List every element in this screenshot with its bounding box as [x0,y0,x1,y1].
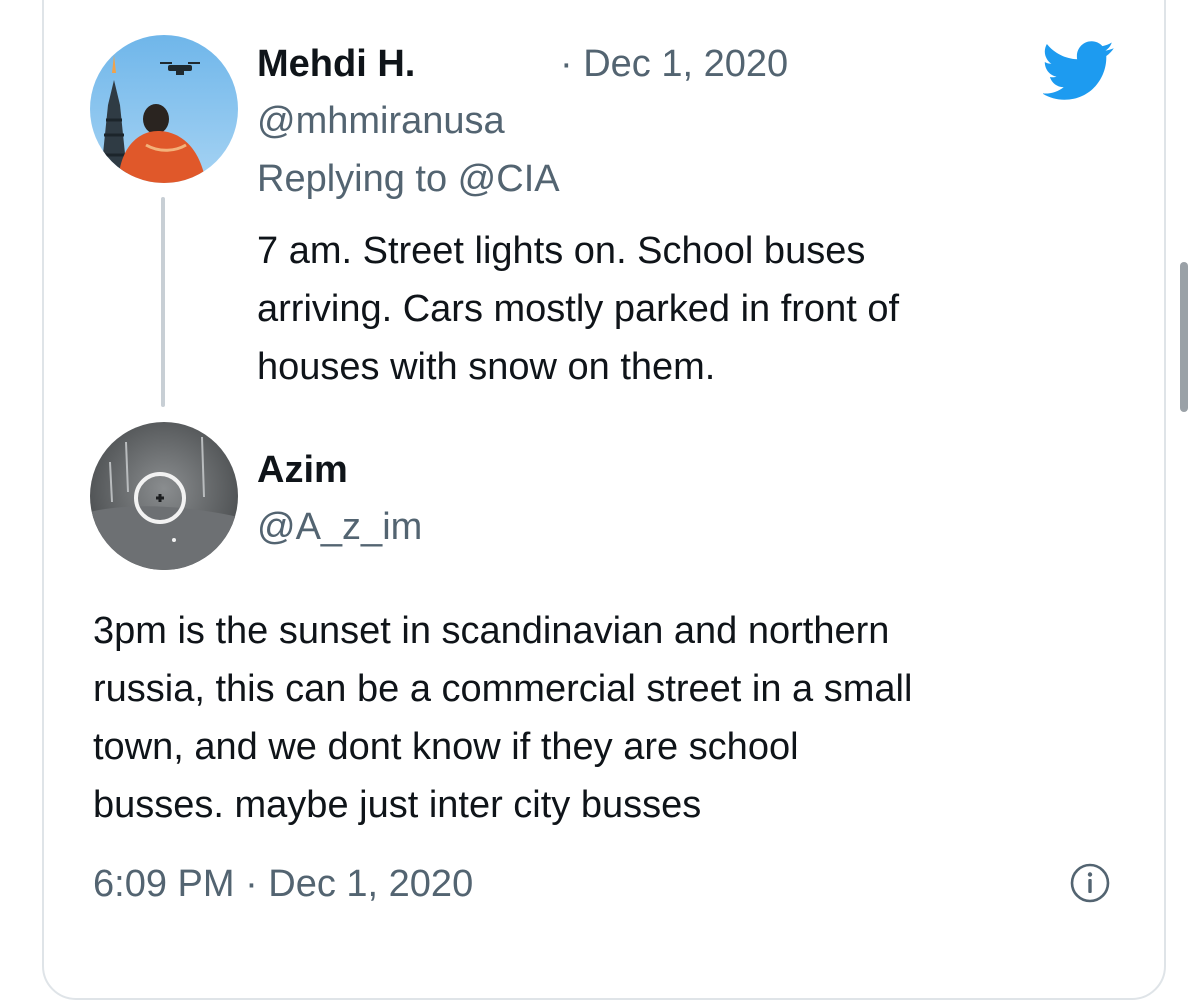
display-name-azim[interactable]: Azim [257,448,348,492]
scrollbar[interactable] [1180,262,1188,412]
handle-mehdi[interactable]: @mhmiranusa [257,99,505,143]
replying-to: Replying to @CIA [257,157,560,201]
replying-to-handle[interactable]: @CIA [458,158,560,200]
tweet-timestamp[interactable]: 6:09 PM · Dec 1, 2020 [93,862,473,906]
display-name-mehdi[interactable]: Mehdi H. [257,42,415,86]
avatar-azim[interactable] [90,422,238,570]
replying-to-label: Replying to [257,158,458,200]
thread-connector [161,197,165,407]
twitter-bird-icon[interactable] [1043,41,1115,101]
info-icon[interactable] [1069,862,1111,904]
tweet-text-mehdi: 7 am. Street lights on. School buses arr… [257,230,900,388]
avatar-mehdi[interactable] [90,35,238,183]
handle-azim[interactable]: @A_z_im [257,505,422,549]
tweet-date[interactable]: · Dec 1, 2020 [560,42,788,86]
tweet-text-azim: 3pm is the sunset in scandinavian and no… [93,610,913,826]
